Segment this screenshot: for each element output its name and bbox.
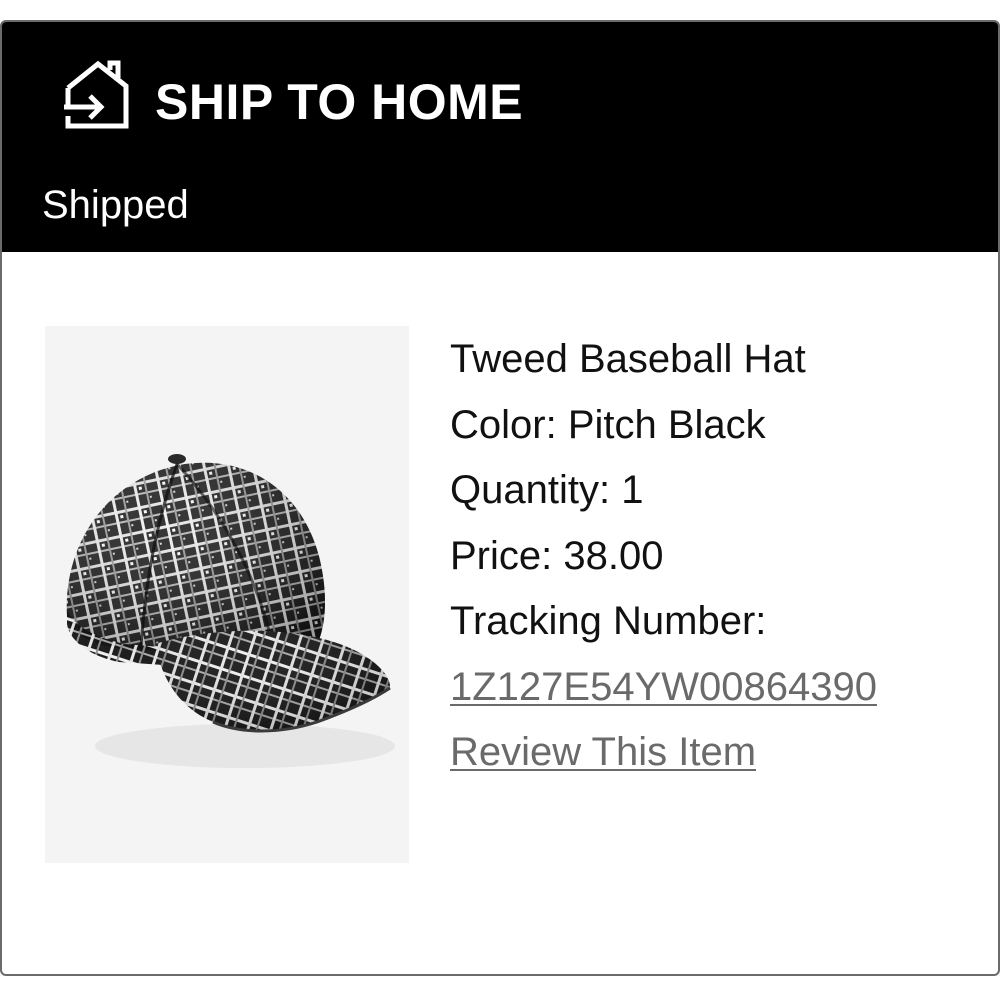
product-color: Color: Pitch Black [450,402,766,447]
tweed-baseball-hat-image[interactable] [45,326,409,863]
order-item-card: SHIP TO HOME Shipped Tweed Baseball Hat … [0,20,1000,976]
shipping-header: SHIP TO HOME Shipped [2,22,998,252]
product-details: Tweed Baseball Hat Color: Pitch Black Qu… [450,327,990,786]
product-quantity: Quantity: 1 [450,468,644,512]
product-name: Tweed Baseball Hat [450,337,806,381]
shipping-status: Shipped [42,183,189,227]
product-price: Price: 38.00 [450,533,664,578]
shipping-method-title: SHIP TO HOME [155,74,524,130]
tracking-number-link[interactable]: 1Z127E54YW00864390 [450,665,877,709]
review-item-link[interactable]: Review This Item [450,730,756,774]
tracking-label: Tracking Number: [450,599,767,643]
home-arrow-icon [60,58,132,130]
